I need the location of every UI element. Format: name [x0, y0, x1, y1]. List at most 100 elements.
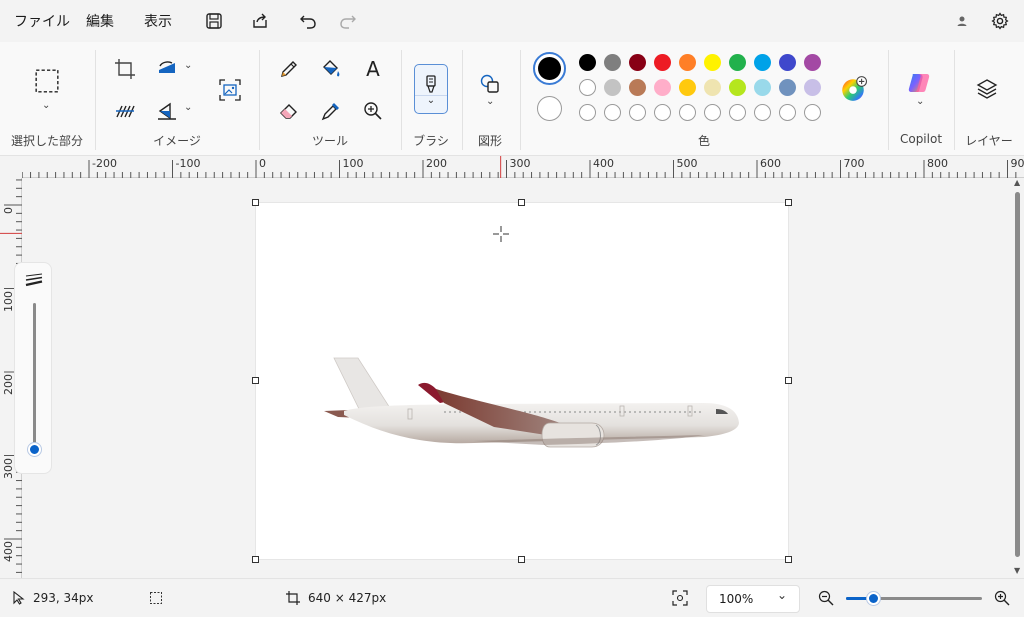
gear-icon: [991, 12, 1009, 30]
scroll-up-arrow-icon[interactable]: ▲: [1014, 178, 1020, 187]
palette-color-swatch[interactable]: [629, 54, 646, 71]
flip-dropdown-chevron[interactable]: ⌄: [184, 102, 192, 113]
copilot-dropdown-chevron[interactable]: ⌄: [916, 96, 924, 107]
zoom-level-dropdown[interactable]: 100% ⌄: [706, 585, 800, 613]
canvas-workspace[interactable]: [22, 178, 1012, 578]
group-label-colors: 色: [697, 134, 710, 148]
palette-color-swatch[interactable]: [679, 79, 696, 96]
brush-button[interactable]: ⌄: [414, 64, 448, 114]
magnifier-tool-button[interactable]: [360, 98, 386, 124]
undo-button[interactable]: [296, 10, 320, 32]
text-tool-button[interactable]: A: [360, 56, 386, 82]
ruler-tick-label: 0: [259, 157, 266, 170]
selection-tool-button[interactable]: [30, 64, 64, 98]
resize-dropdown-chevron[interactable]: ⌄: [184, 60, 192, 71]
group-label-image: イメージ: [153, 134, 201, 148]
custom-color-slot[interactable]: [779, 104, 796, 121]
selection-dropdown-chevron[interactable]: ⌄: [42, 100, 50, 111]
palette-color-swatch[interactable]: [754, 54, 771, 71]
palette-color-swatch[interactable]: [779, 79, 796, 96]
crop-button[interactable]: [112, 56, 138, 82]
palette-color-swatch[interactable]: [579, 79, 596, 96]
menu-edit[interactable]: 編集: [86, 12, 114, 32]
palette-color-swatch[interactable]: [704, 79, 721, 96]
resize-handle-top-left[interactable]: [252, 199, 259, 206]
image-properties-button[interactable]: [216, 76, 244, 104]
custom-color-slot[interactable]: [629, 104, 646, 121]
drawing-canvas[interactable]: [252, 199, 792, 563]
menu-view[interactable]: 表示: [144, 12, 172, 32]
zoom-in-icon[interactable]: [994, 590, 1010, 606]
brush-dropdown-chevron[interactable]: ⌄: [415, 94, 447, 106]
palette-color-swatch[interactable]: [804, 79, 821, 96]
share-button[interactable]: [248, 10, 272, 32]
palette-color-swatch[interactable]: [729, 54, 746, 71]
shapes-dropdown-chevron[interactable]: ⌄: [486, 96, 494, 107]
ruler-tick-label: 500: [676, 157, 698, 170]
custom-color-slot[interactable]: [804, 104, 821, 121]
custom-color-slot[interactable]: [754, 104, 771, 121]
menu-file[interactable]: ファイル: [14, 12, 70, 32]
custom-color-slot[interactable]: [579, 104, 596, 121]
custom-color-slot[interactable]: [654, 104, 671, 121]
resize-handle-right[interactable]: [785, 377, 792, 384]
edit-colors-button[interactable]: [838, 74, 868, 104]
palette-color-swatch[interactable]: [704, 54, 721, 71]
pencil-tool-button[interactable]: [276, 56, 302, 82]
zoom-level-value: 100%: [719, 592, 754, 606]
brush-size-track[interactable]: [33, 303, 36, 449]
resize-handle-left[interactable]: [252, 377, 259, 384]
palette-color-swatch[interactable]: [604, 54, 621, 71]
settings-button[interactable]: [988, 10, 1012, 32]
flip-icon: [158, 102, 176, 120]
fill-tool-button[interactable]: [318, 56, 344, 82]
primary-color-ring[interactable]: [533, 52, 566, 85]
ruler-tick-label: 400: [2, 541, 15, 562]
vertical-scrollbar[interactable]: ▲ ▼: [1012, 178, 1024, 578]
fit-to-window-icon[interactable]: [672, 590, 688, 606]
palette-color-swatch[interactable]: [579, 54, 596, 71]
resize-handle-bottom-left[interactable]: [252, 556, 259, 563]
palette-color-swatch[interactable]: [654, 54, 671, 71]
resize-handle-bottom-right[interactable]: [785, 556, 792, 563]
select-all-button[interactable]: [112, 98, 138, 124]
resize-handle-top-right[interactable]: [785, 199, 792, 206]
layers-button[interactable]: [972, 74, 1002, 104]
palette-color-swatch[interactable]: [629, 79, 646, 96]
text-a-icon: A: [366, 57, 380, 81]
palette-color-swatch[interactable]: [729, 79, 746, 96]
zoom-out-icon[interactable]: [818, 590, 834, 606]
ribbon-toolbar: ⌄ 選択した部分 ⌄ ⌄ イメージ A ツール ⌄ ブラシ ⌄ 図形 色 ⌄ C…: [0, 42, 1024, 156]
zoom-slider-thumb[interactable]: [867, 592, 881, 605]
palette-color-swatch[interactable]: [604, 79, 621, 96]
color-picker-tool-button[interactable]: [318, 98, 344, 124]
palette-color-swatch[interactable]: [654, 79, 671, 96]
save-icon: [206, 13, 222, 29]
custom-color-slot[interactable]: [679, 104, 696, 121]
palette-color-swatch[interactable]: [779, 54, 796, 71]
palette-color-swatch[interactable]: [679, 54, 696, 71]
vertical-scrollbar-thumb[interactable]: [1015, 192, 1020, 557]
custom-color-slot[interactable]: [704, 104, 721, 121]
copilot-button[interactable]: [904, 68, 934, 98]
palette-color-swatch[interactable]: [754, 79, 771, 96]
brush-size-panel: [14, 262, 52, 474]
group-label-tools: ツール: [311, 134, 348, 148]
account-button[interactable]: [950, 10, 974, 32]
save-button[interactable]: [202, 10, 226, 32]
secondary-color-swatch[interactable]: [537, 96, 562, 121]
image-frame-icon: [219, 79, 241, 101]
custom-color-slot[interactable]: [729, 104, 746, 121]
eraser-tool-button[interactable]: [276, 98, 302, 124]
shapes-button[interactable]: [476, 70, 504, 98]
brush-size-thumb[interactable]: [28, 443, 41, 456]
resize-handle-top[interactable]: [518, 199, 525, 206]
palette-color-swatch[interactable]: [804, 54, 821, 71]
resize-handle-bottom[interactable]: [518, 556, 525, 563]
resize-button[interactable]: [154, 56, 180, 82]
scroll-down-arrow-icon[interactable]: ▼: [1014, 566, 1020, 575]
redo-button[interactable]: [336, 10, 360, 32]
zoom-slider-track[interactable]: [846, 592, 982, 605]
flip-button[interactable]: [154, 98, 180, 124]
custom-color-slot[interactable]: [604, 104, 621, 121]
